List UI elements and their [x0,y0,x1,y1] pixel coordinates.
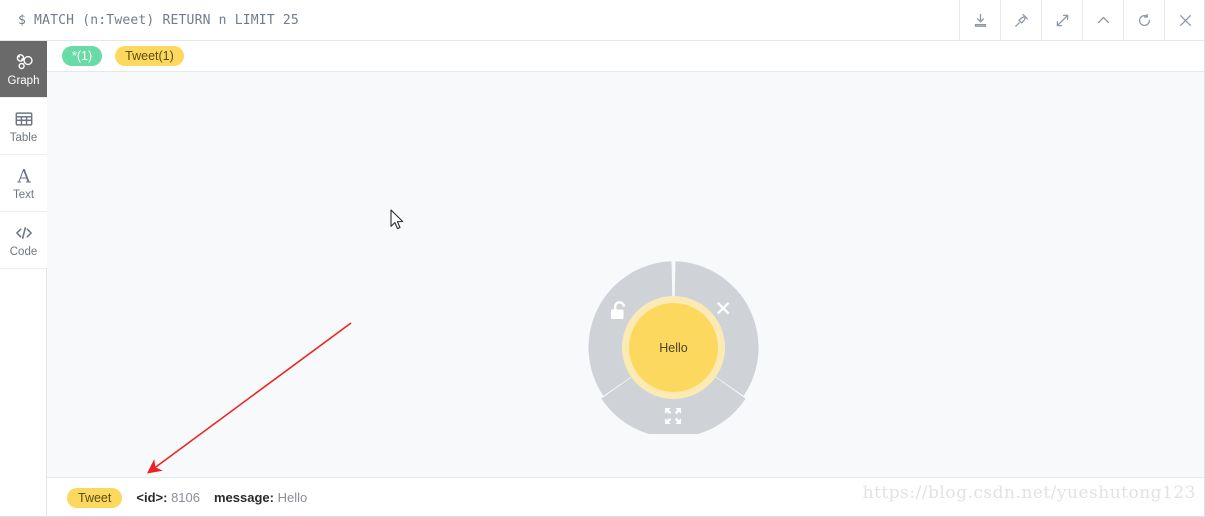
refresh-icon[interactable] [1123,0,1164,40]
sidebar-item-label: Table [9,132,38,144]
sidebar-item-label: Graph [7,75,40,87]
result-frame: $ MATCH (n:Tweet) RETURN n LIMIT 25 Grap… [0,0,1205,517]
property-message: message: Hello [214,490,307,505]
query-bar[interactable]: $ MATCH (n:Tweet) RETURN n LIMIT 25 [0,0,959,40]
sidebar-item-label: Code [9,246,38,258]
expand-icon[interactable] [1041,0,1082,40]
svg-text:A: A [16,166,31,187]
selected-node-group: Hello [587,261,760,434]
frame-toolbar [959,0,1204,40]
graph-icon [16,54,33,70]
chip-all-nodes[interactable]: *(1) [62,46,103,66]
sidebar-item-graph[interactable]: Graph [0,41,47,98]
sidebar-item-label: Text [12,189,35,201]
node-caption: Hello [659,340,688,355]
mouse-cursor [390,209,404,230]
chevron-up-icon[interactable] [1082,0,1123,40]
graph-node-tweet[interactable]: Hello [622,296,725,399]
node-inspector-bar: Tweet <id>: 8106 message: Hello [47,477,1204,516]
property-message-value: Hello [277,490,308,505]
inspector-label-chip[interactable]: Tweet [67,487,123,508]
property-id-key: <id>: [136,490,168,505]
label-chips-row: *(1) Tweet(1) [47,41,1204,72]
property-message-key: message: [213,490,274,505]
sidebar-item-text[interactable]: A Text [0,155,47,212]
frame-header: $ MATCH (n:Tweet) RETURN n LIMIT 25 [0,0,1204,41]
graph-canvas[interactable]: Hello [47,72,1204,477]
close-icon[interactable] [1164,0,1204,40]
property-id-value: 8106 [171,490,200,505]
download-icon[interactable] [959,0,1000,40]
view-sidebar: Graph Table A Text Code [0,41,47,516]
text-icon: A [16,166,31,187]
query-text: $ MATCH (n:Tweet) RETURN n LIMIT 25 [18,12,299,28]
code-icon [15,227,32,239]
pin-icon[interactable] [1000,0,1041,40]
chip-label-tweet[interactable]: Tweet(1) [115,46,184,66]
sidebar-item-code[interactable]: Code [0,212,47,269]
table-icon [15,112,32,126]
sidebar-item-table[interactable]: Table [0,98,47,155]
property-id: <id>: 8106 [136,490,200,505]
